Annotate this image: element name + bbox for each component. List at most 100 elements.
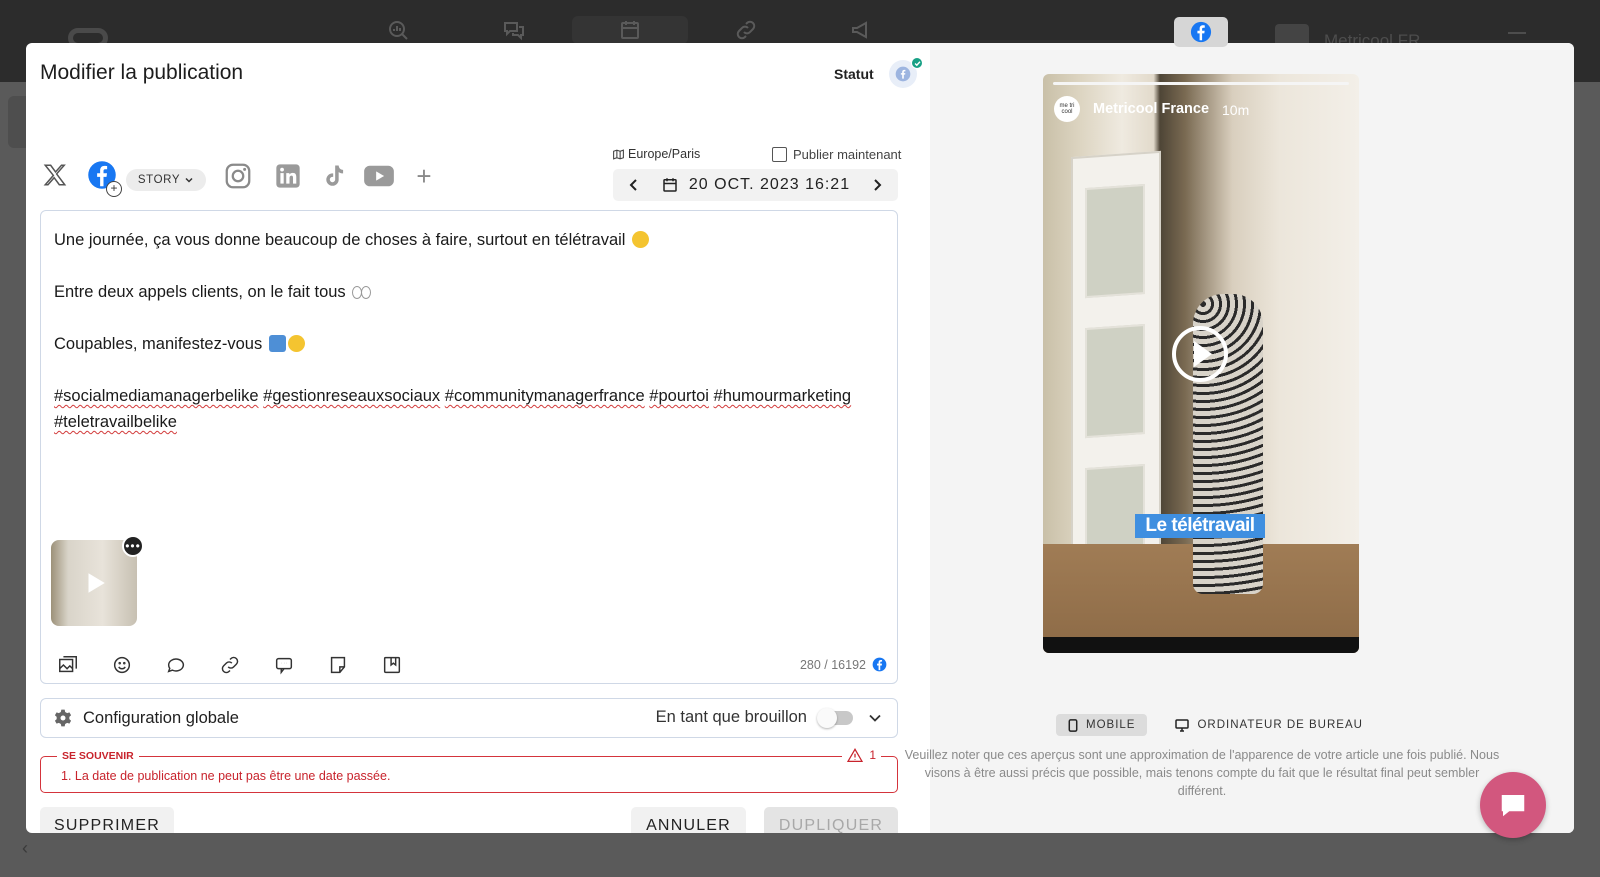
status-ok-icon xyxy=(911,57,923,69)
reminder-count: 1 xyxy=(869,748,876,762)
chatbot-icon[interactable] xyxy=(273,653,327,677)
next-date-button[interactable] xyxy=(856,169,898,201)
media-icon[interactable] xyxy=(57,653,111,677)
duplicate-button[interactable]: DUPLIQUER xyxy=(764,807,898,833)
hashtag: #teletravailbelike xyxy=(54,413,177,431)
story-progress-bar xyxy=(1053,82,1349,85)
chevron-left-icon xyxy=(629,179,637,191)
editor-panel: Modifier la publication Statut + STORY +… xyxy=(26,43,930,833)
template-icon[interactable] xyxy=(381,653,435,677)
down-arrow-emoji-icon xyxy=(268,335,286,352)
preview-caption: Le télétravail xyxy=(1135,514,1265,538)
global-config-title: Configuration globale xyxy=(83,708,239,727)
sidebar-tab xyxy=(8,96,28,148)
publish-now-label: Publier maintenant xyxy=(793,147,902,162)
global-config-panel[interactable]: Configuration globale En tant que brouil… xyxy=(40,698,898,738)
preview-disclaimer: Veuillez noter que ces aperçus sont une … xyxy=(904,748,1500,798)
post-text[interactable]: Une journée, ça vous donne beaucoup de c… xyxy=(54,227,889,435)
hashtag: #socialmediamanagerbelike xyxy=(54,387,259,405)
mobile-icon xyxy=(1068,718,1078,732)
modal-title: Modifier la publication xyxy=(40,61,244,84)
status-label: Statut xyxy=(834,66,874,82)
reminder-box: SE SOUVENIR 1 1. La date de publication … xyxy=(40,748,898,793)
chevron-down-icon xyxy=(185,177,193,183)
link-icon[interactable] xyxy=(688,16,804,44)
publish-now-option[interactable]: Publier maintenant xyxy=(772,147,901,162)
megaphone-icon[interactable] xyxy=(804,16,920,44)
editor-toolbar xyxy=(57,653,435,677)
app-nav xyxy=(340,16,920,44)
map-icon xyxy=(613,148,624,160)
tiktok-icon[interactable] xyxy=(318,160,350,192)
analytics-icon[interactable] xyxy=(340,16,456,44)
hashtag: #pourtoi xyxy=(649,387,709,405)
rolling-eyes-emoji-icon xyxy=(632,231,650,248)
draft-control: En tant que brouillon xyxy=(655,707,883,728)
media-options-button[interactable]: ••• xyxy=(122,535,144,557)
post-text-editor[interactable]: Une journée, ça vous donne beaucoup de c… xyxy=(40,210,898,684)
global-config-header: Configuration globale xyxy=(53,708,239,728)
reminder-message: 1. La date de publication ne peut pas êt… xyxy=(61,769,391,783)
hashtag: #humourmarketing xyxy=(713,387,852,405)
cancel-button[interactable]: ANNULER xyxy=(631,807,746,833)
date-picker[interactable]: 20 OCT. 2023 16:21 xyxy=(613,169,898,201)
calendar-icon[interactable] xyxy=(572,16,688,44)
view-mobile-button[interactable]: MOBILE xyxy=(1056,714,1148,736)
chevron-down-icon[interactable] xyxy=(867,710,883,726)
date-value: 20 OCT. 2023 16:21 xyxy=(688,176,851,193)
emoji-icon[interactable] xyxy=(111,653,165,677)
calendar-icon xyxy=(663,178,677,192)
add-network-button[interactable]: + xyxy=(410,160,438,192)
youtube-icon[interactable] xyxy=(362,160,396,192)
character-count: 280 / 16192 xyxy=(799,657,866,672)
view-desktop-button[interactable]: ORDINATEUR DE BUREAU xyxy=(1163,714,1374,736)
character-counter: 280 / 16192 xyxy=(800,657,887,672)
gear-icon xyxy=(54,709,72,727)
comment-icon[interactable] xyxy=(165,653,219,677)
draft-label: En tant que brouillon xyxy=(655,708,807,726)
door-pane xyxy=(1085,323,1145,439)
chat-icon xyxy=(1501,795,1525,817)
view-mobile-label: MOBILE xyxy=(1086,719,1136,731)
delete-button[interactable]: SUPPRIMER xyxy=(40,807,174,833)
instagram-icon[interactable] xyxy=(222,160,254,192)
post-line-1: Une journée, ça vous donne beaucoup de c… xyxy=(54,231,626,249)
post-type-select[interactable]: STORY xyxy=(126,169,206,191)
warning-icon xyxy=(847,748,864,762)
preview-view-toggle: MOBILE ORDINATEUR DE BUREAU xyxy=(1056,714,1375,736)
linkedin-icon[interactable] xyxy=(272,160,304,192)
hashtag: #gestionreseauxsociaux xyxy=(263,387,441,405)
link-shortener-icon[interactable] xyxy=(219,653,273,677)
facebook-icon xyxy=(872,657,887,672)
story-preview: me tri cool Metricool France 10m Le télé… xyxy=(1043,74,1359,653)
eyes-emoji-icon xyxy=(352,283,372,300)
publish-now-checkbox[interactable] xyxy=(772,147,787,162)
previous-date-button[interactable] xyxy=(613,169,655,201)
preview-avatar: me tri cool xyxy=(1054,96,1080,122)
preview-facebook-tab[interactable] xyxy=(1174,17,1228,47)
timezone-label: Europe/Paris xyxy=(628,147,701,161)
timezone-selector[interactable]: Europe/Paris xyxy=(612,147,700,161)
hashtag: #communitymanagerfrance xyxy=(444,387,645,405)
view-desktop-label: ORDINATEUR DE BUREAU xyxy=(1197,719,1363,731)
add-account-icon[interactable]: + xyxy=(106,181,122,197)
chevron-right-icon xyxy=(874,179,882,191)
post-type-label: STORY xyxy=(137,174,181,186)
inbox-icon[interactable] xyxy=(456,16,572,44)
play-icon xyxy=(88,573,105,593)
reminder-count-badge: 1 xyxy=(842,748,881,762)
desktop-icon xyxy=(1175,718,1190,732)
play-icon[interactable] xyxy=(1170,324,1230,384)
reminder-title: SE SOUVENIR xyxy=(57,750,139,762)
preview-time: 10m xyxy=(1222,102,1250,118)
support-chat-button[interactable] xyxy=(1480,772,1546,838)
x-twitter-icon[interactable] xyxy=(40,160,70,190)
preview-account-name: Metricool France xyxy=(1093,101,1210,117)
note-icon[interactable] xyxy=(327,653,381,677)
date-display[interactable]: 20 OCT. 2023 16:21 xyxy=(655,176,856,194)
chevron-left-icon[interactable]: ‹ xyxy=(22,838,28,859)
grin-emoji-icon xyxy=(287,335,305,352)
draft-toggle[interactable] xyxy=(817,707,853,728)
door-pane xyxy=(1085,183,1145,299)
facebook-icon xyxy=(1190,21,1212,43)
